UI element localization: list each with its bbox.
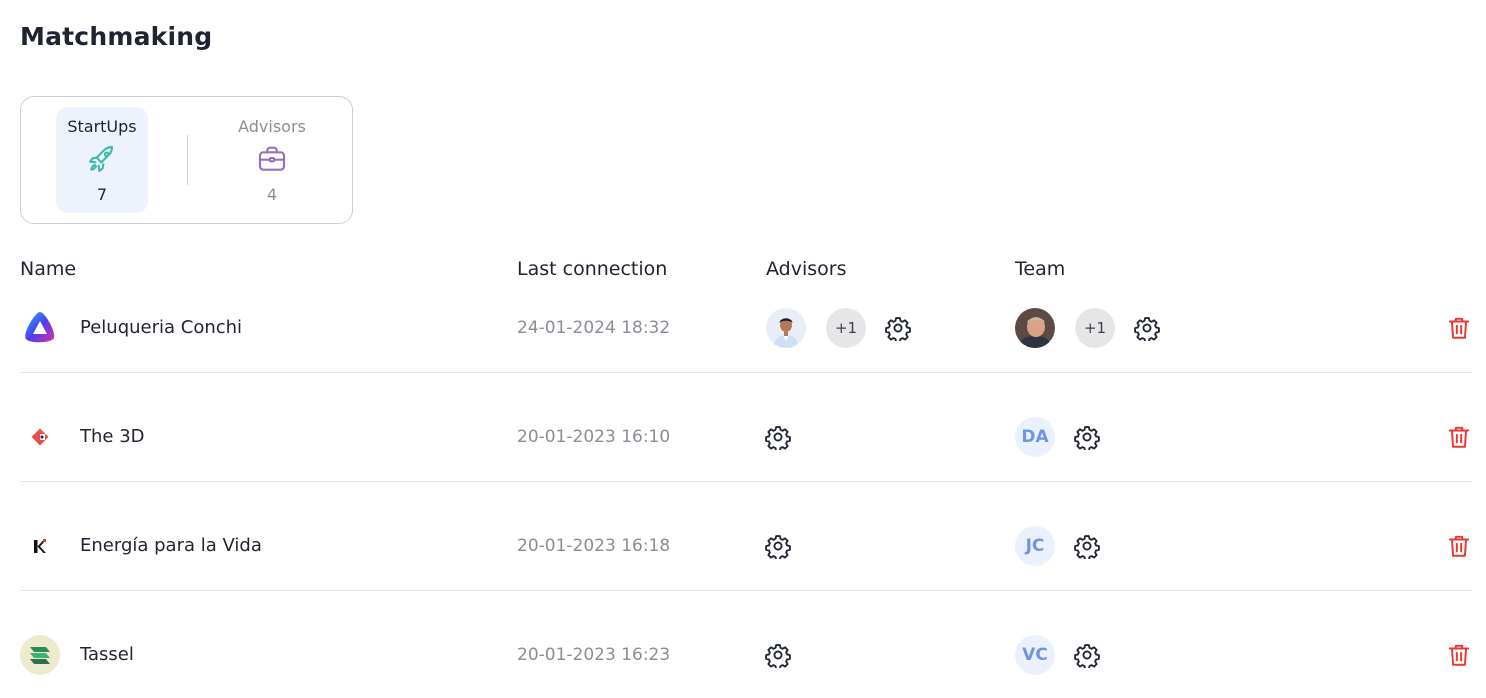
table-row[interactable]: Peluqueria Conchi 24-01-2024 18:32 +1 +1 — [20, 264, 1472, 373]
startup-name[interactable]: Tassel — [80, 644, 134, 665]
delete-trash-icon[interactable] — [1446, 424, 1472, 450]
startup-logo — [34, 539, 46, 553]
team-member-initials-avatar[interactable]: DA — [1015, 417, 1055, 457]
startup-name[interactable]: Peluqueria Conchi — [80, 317, 242, 338]
team-member-initials-avatar[interactable]: VC — [1015, 635, 1055, 675]
delete-trash-icon[interactable] — [1446, 315, 1472, 341]
startup-name[interactable]: Energía para la Vida — [80, 535, 262, 556]
manage-team-gear-icon[interactable] — [1134, 315, 1160, 341]
manage-team-gear-icon[interactable] — [1074, 642, 1100, 668]
startup-logo — [25, 312, 55, 343]
startup-logo — [31, 428, 49, 446]
briefcase-icon — [258, 146, 286, 171]
matchmaking-type-tabs: StartUps 7 Advisors 4 — [20, 96, 353, 224]
tab-advisors[interactable]: Advisors 4 — [226, 107, 318, 213]
table-row[interactable]: Tassel 20-01-2023 16:23 VC — [20, 591, 1472, 698]
tab-advisors-count: 4 — [266, 185, 278, 204]
manage-team-gear-icon[interactable] — [1074, 424, 1100, 450]
advisor-avatar[interactable] — [766, 308, 806, 348]
tab-startups[interactable]: StartUps 7 — [56, 107, 148, 213]
last-connection: 20-01-2023 16:10 — [517, 427, 671, 447]
team-member-initials-avatar[interactable]: JC — [1015, 526, 1055, 566]
last-connection: 24-01-2024 18:32 — [517, 318, 671, 338]
delete-trash-icon[interactable] — [1446, 642, 1472, 668]
team-more-badge[interactable]: +1 — [1075, 308, 1115, 348]
manage-advisors-gear-icon[interactable] — [765, 642, 791, 668]
tab-startups-count: 7 — [96, 185, 108, 204]
tab-divider — [187, 135, 188, 185]
manage-team-gear-icon[interactable] — [1074, 533, 1100, 559]
rocket-icon — [88, 145, 114, 173]
last-connection: 20-01-2023 16:23 — [517, 645, 671, 665]
manage-advisors-gear-icon[interactable] — [885, 315, 911, 341]
tab-startups-label: StartUps — [67, 117, 137, 136]
manage-advisors-gear-icon[interactable] — [765, 533, 791, 559]
page-title: Matchmaking — [20, 22, 213, 51]
startup-logo — [20, 635, 60, 675]
table-row[interactable]: Energía para la Vida 20-01-2023 16:18 JC — [20, 482, 1472, 591]
startup-name[interactable]: The 3D — [80, 426, 145, 447]
last-connection: 20-01-2023 16:18 — [517, 536, 671, 556]
table-row[interactable]: The 3D 20-01-2023 16:10 DA — [20, 373, 1472, 482]
manage-advisors-gear-icon[interactable] — [765, 424, 791, 450]
team-member-avatar[interactable] — [1015, 308, 1055, 348]
delete-trash-icon[interactable] — [1446, 533, 1472, 559]
tab-advisors-label: Advisors — [238, 117, 306, 136]
advisors-more-badge[interactable]: +1 — [826, 308, 866, 348]
